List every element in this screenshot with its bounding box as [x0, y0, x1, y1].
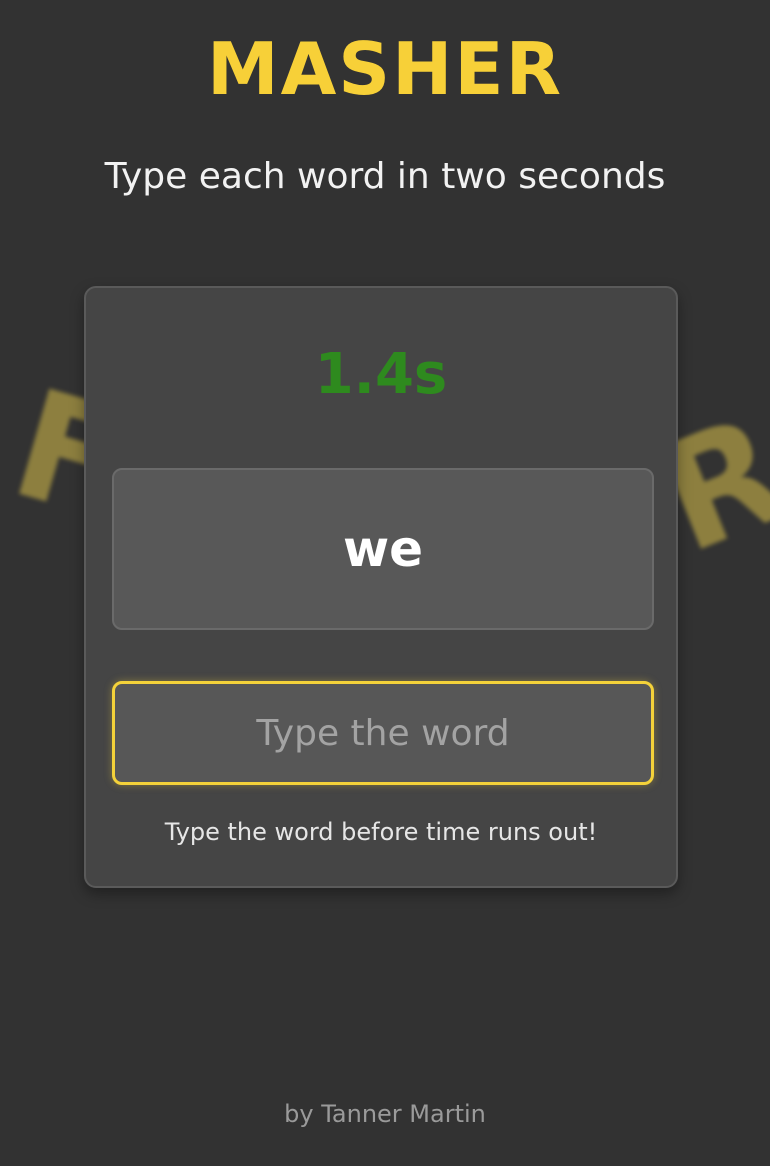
game-card: 1.4s we Type the word before time runs o…	[84, 286, 678, 888]
target-word: we	[342, 520, 424, 578]
countdown-timer: 1.4s	[314, 342, 448, 407]
word-input[interactable]	[112, 681, 654, 785]
author-credit: by Tanner Martin	[284, 1100, 486, 1128]
target-word-box: we	[112, 468, 654, 630]
instruction-hint: Type the word before time runs out!	[164, 818, 598, 846]
app-subtitle: Type each word in two seconds	[104, 156, 666, 197]
app-title: MASHER	[206, 27, 564, 111]
